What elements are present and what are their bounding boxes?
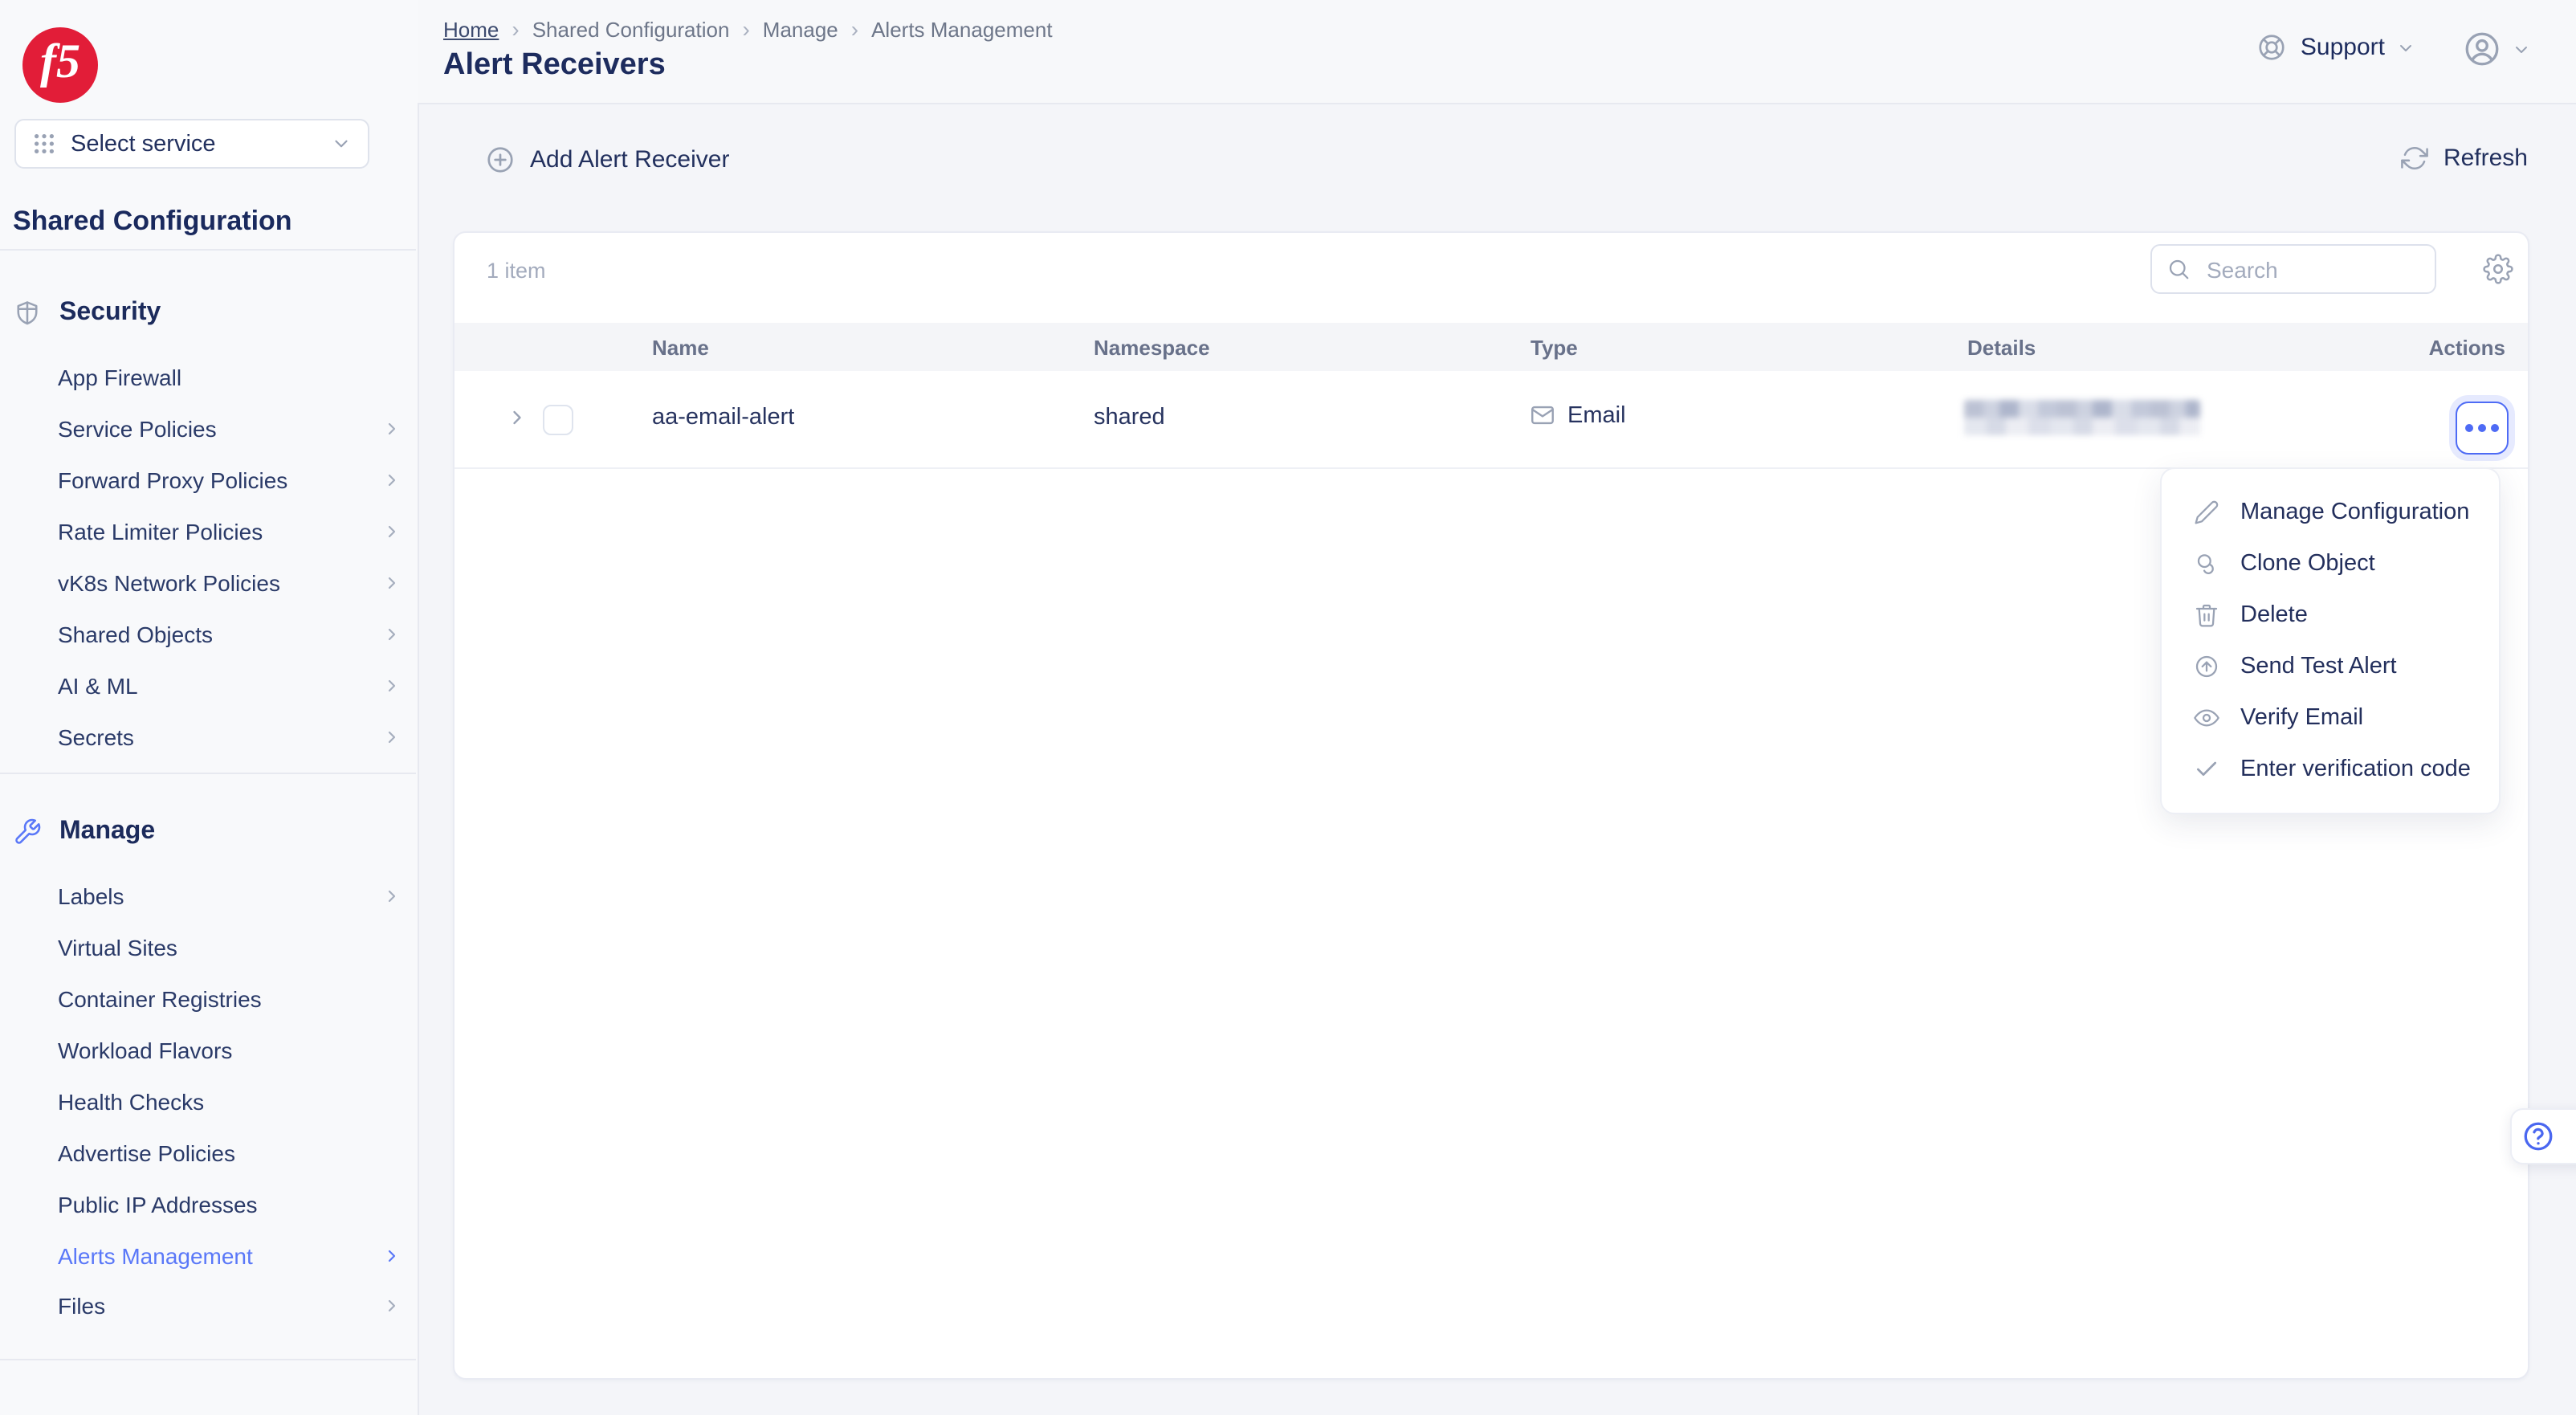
item-count: 1 item (487, 259, 546, 283)
sidebar-item-app-firewall[interactable]: App Firewall (58, 358, 401, 397)
row-details-redacted (1964, 400, 2200, 435)
chevron-right-icon (382, 676, 401, 695)
chevron-right-icon (382, 1246, 401, 1266)
menu-item-send-test-alert[interactable]: Send Test Alert (2162, 641, 2499, 692)
search-input[interactable] (2203, 255, 2419, 283)
help-question-icon (2521, 1119, 2555, 1153)
refresh-icon (2402, 145, 2429, 172)
shield-icon (13, 299, 42, 328)
column-header-name: Name (652, 336, 709, 360)
expand-row-chevron-icon[interactable] (506, 406, 528, 429)
sidebar-item-ai-ml[interactable]: AI & ML (58, 667, 401, 705)
search-icon (2166, 257, 2191, 281)
sidebar-item-container-registries[interactable]: Container Registries (58, 980, 401, 1018)
app-window: f5 Select service Shared Configuration (0, 0, 2576, 1415)
row-name[interactable]: aa-email-alert (652, 405, 794, 430)
menu-item-enter-verification-code[interactable]: Enter verification code (2162, 744, 2499, 795)
wrench-icon (13, 818, 42, 846)
main-area: Home › Shared Configuration › Manage › A… (418, 0, 2576, 1415)
sidebar-section-security: Security (13, 296, 161, 331)
chevron-right-icon (382, 887, 401, 906)
breadcrumb-separator-icon: › (851, 16, 858, 42)
chevron-down-icon (331, 133, 352, 154)
chevron-down-icon (2512, 39, 2531, 59)
mail-icon (1529, 402, 1556, 429)
chevron-right-icon (382, 573, 401, 593)
f5-logo[interactable]: f5 (22, 27, 98, 103)
pencil-icon (2194, 500, 2219, 525)
row-type: Email (1529, 402, 1626, 429)
divider (0, 1359, 416, 1360)
add-alert-receiver-button[interactable]: Add Alert Receiver (485, 145, 729, 175)
breadcrumb-alerts-management[interactable]: Alerts Management (871, 17, 1052, 41)
column-header-namespace: Namespace (1094, 336, 1210, 360)
lifebuoy-icon (2257, 32, 2288, 63)
menu-item-clone-object[interactable]: Clone Object (2162, 538, 2499, 589)
row-actions-menu: Manage Configuration Clone Object Del (2160, 467, 2501, 814)
sidebar-item-advertise-policies[interactable]: Advertise Policies (58, 1134, 401, 1172)
sidebar-item-vk8s-network-policies[interactable]: vK8s Network Policies (58, 564, 401, 602)
arrow-up-circle-icon (2194, 654, 2219, 679)
table-row: aa-email-alert shared Email (454, 371, 2528, 469)
refresh-button[interactable]: Refresh (2402, 145, 2528, 172)
chevron-right-icon (382, 625, 401, 644)
support-label: Support (2301, 34, 2385, 61)
chevron-right-icon (382, 419, 401, 438)
search-box (2150, 244, 2436, 294)
column-header-actions: Actions (2429, 336, 2505, 360)
eye-icon (2194, 705, 2219, 731)
menu-item-manage-configuration[interactable]: Manage Configuration (2162, 487, 2499, 538)
sidebar-section-manage: Manage (13, 814, 155, 850)
chevron-right-icon (382, 471, 401, 490)
chevron-right-icon (382, 1296, 401, 1315)
avatar-icon (2462, 29, 2502, 69)
breadcrumb-separator-icon: › (512, 16, 519, 42)
breadcrumb-manage[interactable]: Manage (763, 17, 838, 41)
row-namespace: shared (1094, 405, 1165, 430)
sidebar-item-forward-proxy-policies[interactable]: Forward Proxy Policies (58, 461, 401, 500)
plus-circle-icon (485, 145, 516, 175)
breadcrumb-home[interactable]: Home (443, 17, 499, 41)
divider (0, 249, 416, 251)
sidebar-item-public-ip-addresses[interactable]: Public IP Addresses (58, 1185, 401, 1224)
sidebar: f5 Select service Shared Configuration (0, 0, 419, 1415)
menu-item-delete[interactable]: Delete (2162, 589, 2499, 641)
breadcrumb-shared-configuration[interactable]: Shared Configuration (532, 17, 730, 41)
sidebar-item-rate-limiter-policies[interactable]: Rate Limiter Policies (58, 512, 401, 551)
support-menu[interactable]: Support (2257, 32, 2415, 63)
row-checkbox[interactable] (543, 405, 573, 435)
menu-item-verify-email[interactable]: Verify Email (2162, 692, 2499, 744)
user-menu[interactable] (2462, 29, 2531, 69)
sidebar-item-virtual-sites[interactable]: Virtual Sites (58, 928, 401, 967)
grid-icon (32, 132, 56, 156)
clone-icon (2194, 551, 2219, 577)
sidebar-item-secrets[interactable]: Secrets (58, 718, 401, 756)
sidebar-item-shared-objects[interactable]: Shared Objects (58, 615, 401, 654)
sidebar-item-service-policies[interactable]: Service Policies (58, 410, 401, 448)
sidebar-item-files[interactable]: Files (58, 1287, 401, 1325)
column-header-type: Type (1531, 336, 1578, 360)
page-title: Alert Receivers (443, 48, 666, 84)
sidebar-title: Shared Configuration (13, 206, 292, 238)
chevron-right-icon (382, 728, 401, 747)
select-service-label: Select service (71, 131, 331, 157)
gear-icon[interactable] (2483, 254, 2513, 284)
sidebar-item-labels[interactable]: Labels (58, 877, 401, 915)
table-header: Name Namespace Type Details Actions (454, 323, 2528, 371)
help-button[interactable] (2510, 1108, 2576, 1164)
sidebar-item-workload-flavors[interactable]: Workload Flavors (58, 1031, 401, 1070)
breadcrumb: Home › Shared Configuration › Manage › A… (443, 16, 1053, 42)
column-header-details: Details (1967, 336, 2036, 360)
trash-icon (2194, 602, 2219, 628)
select-service-dropdown[interactable]: Select service (14, 119, 369, 169)
divider (0, 773, 416, 774)
sidebar-item-alerts-management[interactable]: Alerts Management (58, 1237, 401, 1275)
check-icon (2194, 756, 2219, 782)
breadcrumb-separator-icon: › (742, 16, 749, 42)
chevron-right-icon (382, 522, 401, 541)
sidebar-item-health-checks[interactable]: Health Checks (58, 1083, 401, 1121)
row-actions-button[interactable] (2456, 402, 2509, 455)
chevron-down-icon (2396, 38, 2415, 57)
